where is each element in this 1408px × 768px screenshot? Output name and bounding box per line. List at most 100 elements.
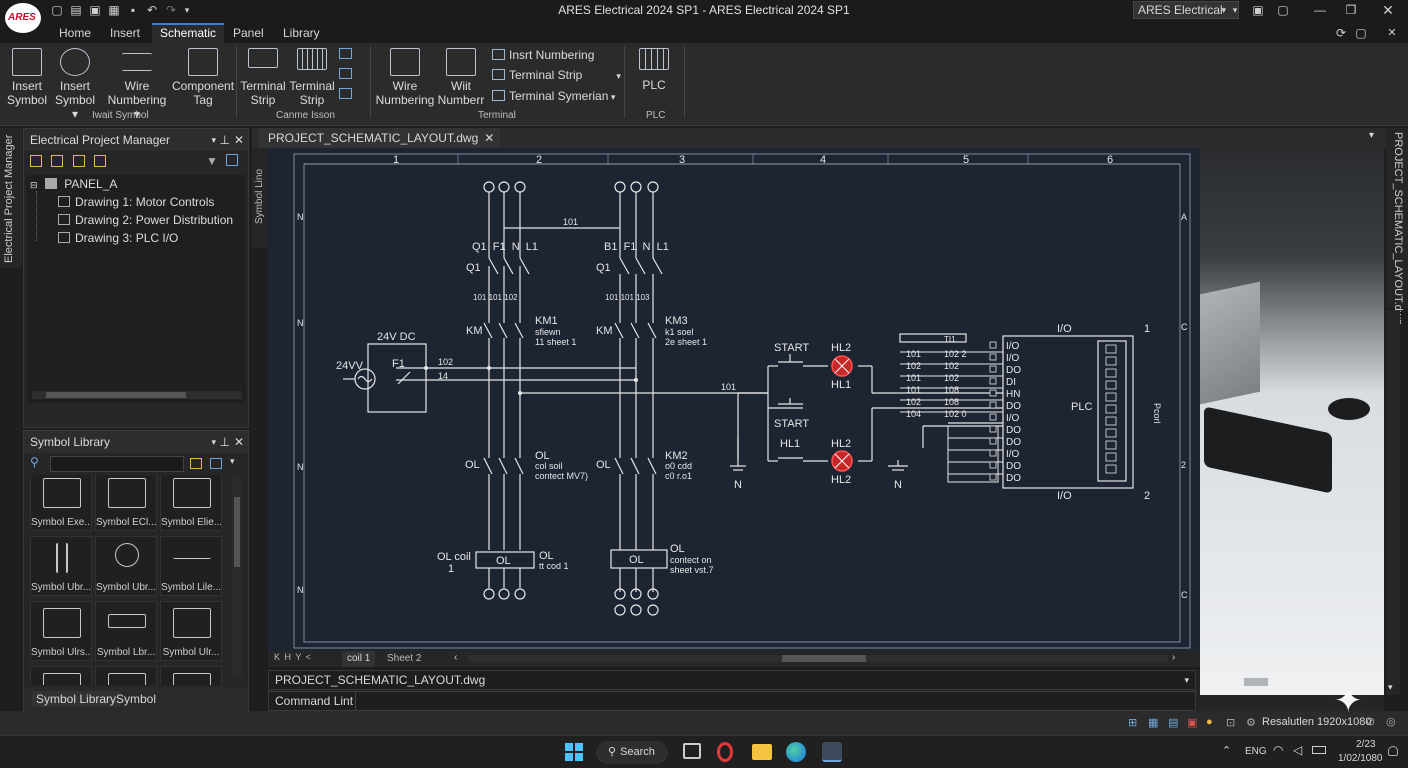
tree-item-drawing-2[interactable]: Drawing 2: Power Distribution — [58, 213, 233, 227]
status-toggle-icon[interactable]: ◎ — [1386, 715, 1396, 728]
tab-panel[interactable]: Panel — [225, 25, 272, 43]
library-grid-icon[interactable] — [210, 458, 222, 469]
symbol-item[interactable] — [160, 666, 222, 685]
properties-icon[interactable] — [94, 155, 107, 167]
task-view-icon[interactable] — [683, 743, 701, 759]
osnap-icon[interactable]: ▣ — [1187, 716, 1197, 729]
terminal-strip-small-button[interactable]: Terminal Strip ▾ — [492, 66, 621, 84]
chevron-up-icon[interactable]: ⌃ — [1222, 744, 1231, 757]
symbol-item[interactable]: Symbol Ubr... — [95, 536, 157, 596]
terminal-strip-button-2[interactable]: Terminal Strip — [288, 48, 336, 107]
sync-icon[interactable]: ⟳ — [1334, 26, 1348, 40]
panel-menu-icon[interactable]: ▾ — [211, 431, 216, 453]
battery-icon[interactable] — [1312, 746, 1326, 754]
new-project-icon[interactable] — [30, 155, 42, 167]
ortho-icon[interactable]: ▤ — [1168, 716, 1178, 729]
tree-item-drawing-1[interactable]: Drawing 1: Motor Controls — [58, 195, 214, 209]
component-tag-button[interactable]: Component Tag — [172, 48, 234, 107]
pin-icon[interactable]: ⊥ — [220, 129, 230, 151]
edge-icon[interactable] — [786, 742, 806, 762]
help-dropdown-icon[interactable]: ▾ — [1228, 3, 1242, 17]
insert-numbering-button[interactable]: Insrt Numbering — [492, 46, 594, 64]
symbol-item[interactable]: Symbol Ubr... — [30, 536, 92, 596]
tab-list-icon[interactable]: ▾ — [1369, 130, 1374, 141]
file-explorer-icon[interactable] — [752, 744, 772, 760]
snap-icon[interactable]: ⊞ — [1128, 716, 1137, 729]
ares-app-icon[interactable] — [822, 742, 842, 762]
tab-symbol-library[interactable]: Symbol Library — [32, 691, 121, 707]
drawing-canvas[interactable]: 1 2 3 4 5 6 N N N N A C 2 C 24V DC 24VV … — [268, 148, 1200, 651]
layout-icon[interactable]: ▣ — [1251, 3, 1265, 17]
panel-menu-icon[interactable]: ▾ — [211, 129, 216, 151]
command-line[interactable]: Command Lint — [268, 691, 1196, 711]
symbol-item[interactable]: Symbol Elie... — [160, 475, 222, 531]
clock-time[interactable]: 2/23 — [1356, 739, 1375, 750]
tab-close-icon[interactable]: ✕ — [484, 128, 494, 148]
symbol-item[interactable]: Symbol Lile... — [160, 536, 222, 596]
maximize-button[interactable]: ❐ — [1344, 3, 1358, 17]
document-tab[interactable]: PROJECT_SCHEMATIC_LAYOUT.dwg ✕ — [258, 128, 501, 148]
refresh-icon[interactable] — [226, 154, 238, 166]
volume-icon[interactable]: ◁ — [1293, 743, 1302, 757]
project-manager-vertical-tab[interactable]: Electrical Project Manager — [0, 128, 22, 268]
sun-icon[interactable]: ● — [1206, 716, 1213, 728]
start-button[interactable] — [565, 743, 583, 761]
library-tool-icon[interactable] — [190, 458, 202, 469]
restore-icon[interactable]: ▢ — [1276, 3, 1290, 17]
small-tool-icon-1[interactable] — [339, 48, 352, 59]
small-tool-icon-3[interactable] — [339, 88, 352, 99]
sheet-navigation[interactable]: K H Y < — [274, 652, 311, 662]
scrollbar-thumb[interactable] — [782, 655, 866, 662]
ares-logo[interactable]: ARES — [5, 3, 41, 33]
symbol-item[interactable] — [30, 666, 92, 685]
tab-insert[interactable]: Insert — [102, 25, 148, 43]
panel-close-icon[interactable]: ✕ — [234, 129, 244, 151]
tab-schematic[interactable]: Schematic — [152, 23, 225, 44]
wire-number-button[interactable]: Wiit Numberr — [436, 48, 486, 107]
lock-icon[interactable]: ⊡ — [1226, 716, 1235, 729]
taskbar-search[interactable]: ⚲ Search — [596, 741, 668, 764]
plc-button[interactable]: PLC — [632, 48, 676, 92]
grid-icon[interactable]: ▦ — [1148, 716, 1158, 729]
notification-bell-icon[interactable] — [1388, 746, 1398, 756]
chevron-down-icon[interactable]: ▾ — [1184, 671, 1189, 689]
tab-symbol[interactable]: Symbol — [116, 692, 156, 706]
scroll-thumb-small[interactable] — [1244, 678, 1268, 686]
vertical-scrollbar[interactable] — [232, 477, 242, 677]
scrollbar-thumb[interactable] — [234, 497, 240, 567]
sheet-tab-2[interactable]: Sheet 2 — [382, 651, 426, 667]
symbol-item[interactable]: Symbol Exe... — [30, 475, 92, 531]
chevron-down-icon[interactable]: ▾ — [230, 456, 235, 467]
scroll-right-icon[interactable]: › — [1172, 652, 1175, 663]
filter-icon[interactable]: ▼ — [206, 154, 218, 168]
library-search-input[interactable] — [50, 456, 184, 472]
symbol-item[interactable] — [95, 666, 157, 685]
right-scrollbar[interactable]: ▾ — [1386, 310, 1400, 695]
opera-icon[interactable] — [717, 742, 733, 762]
clock-date[interactable]: 1/02/1080 — [1338, 753, 1383, 764]
symbol-lino-strip[interactable]: Symbol Lino — [252, 148, 268, 248]
tree-item-panel-a[interactable]: ⊟ PANEL_A — [30, 177, 117, 191]
scrollbar-thumb[interactable] — [46, 392, 186, 398]
document-vertical-tab[interactable]: PROJECT_SCHEMATIC_LAYOUT.dwg — [1386, 128, 1408, 325]
symbol-item[interactable]: Symbol Ulr... — [160, 601, 222, 661]
horizontal-scrollbar[interactable] — [32, 391, 242, 399]
settings-icon[interactable]: ⚙ — [1246, 716, 1256, 729]
pin-icon[interactable]: ⊥ — [220, 431, 230, 453]
symbol-item[interactable]: Symbol ECl... — [95, 475, 157, 531]
tab-library[interactable]: Library — [275, 25, 328, 43]
terminal-symerian-button[interactable]: Terminal Symerian ▾ — [492, 87, 615, 105]
open-project-icon[interactable] — [51, 155, 64, 167]
wifi-icon[interactable]: ◠ — [1273, 743, 1283, 757]
scroll-left-icon[interactable]: ‹ — [454, 652, 457, 663]
language-indicator[interactable]: ENG — [1245, 746, 1267, 757]
small-tool-icon-2[interactable] — [339, 68, 352, 79]
panel-close-icon[interactable]: ✕ — [234, 431, 244, 453]
symbol-item[interactable]: Symbol Ulrs... — [30, 601, 92, 661]
symbol-item[interactable]: Symbol Lbr... — [95, 601, 157, 661]
scroll-down-icon[interactable]: ▾ — [1388, 682, 1393, 693]
ribbon-close-icon[interactable]: ✕ — [1385, 26, 1399, 40]
tree-item-drawing-3[interactable]: Drawing 3: PLC I/O — [58, 231, 178, 245]
collapse-icon[interactable]: ⊟ — [30, 180, 38, 190]
insert-symbol-button[interactable]: Insert Symbol — [5, 48, 49, 107]
